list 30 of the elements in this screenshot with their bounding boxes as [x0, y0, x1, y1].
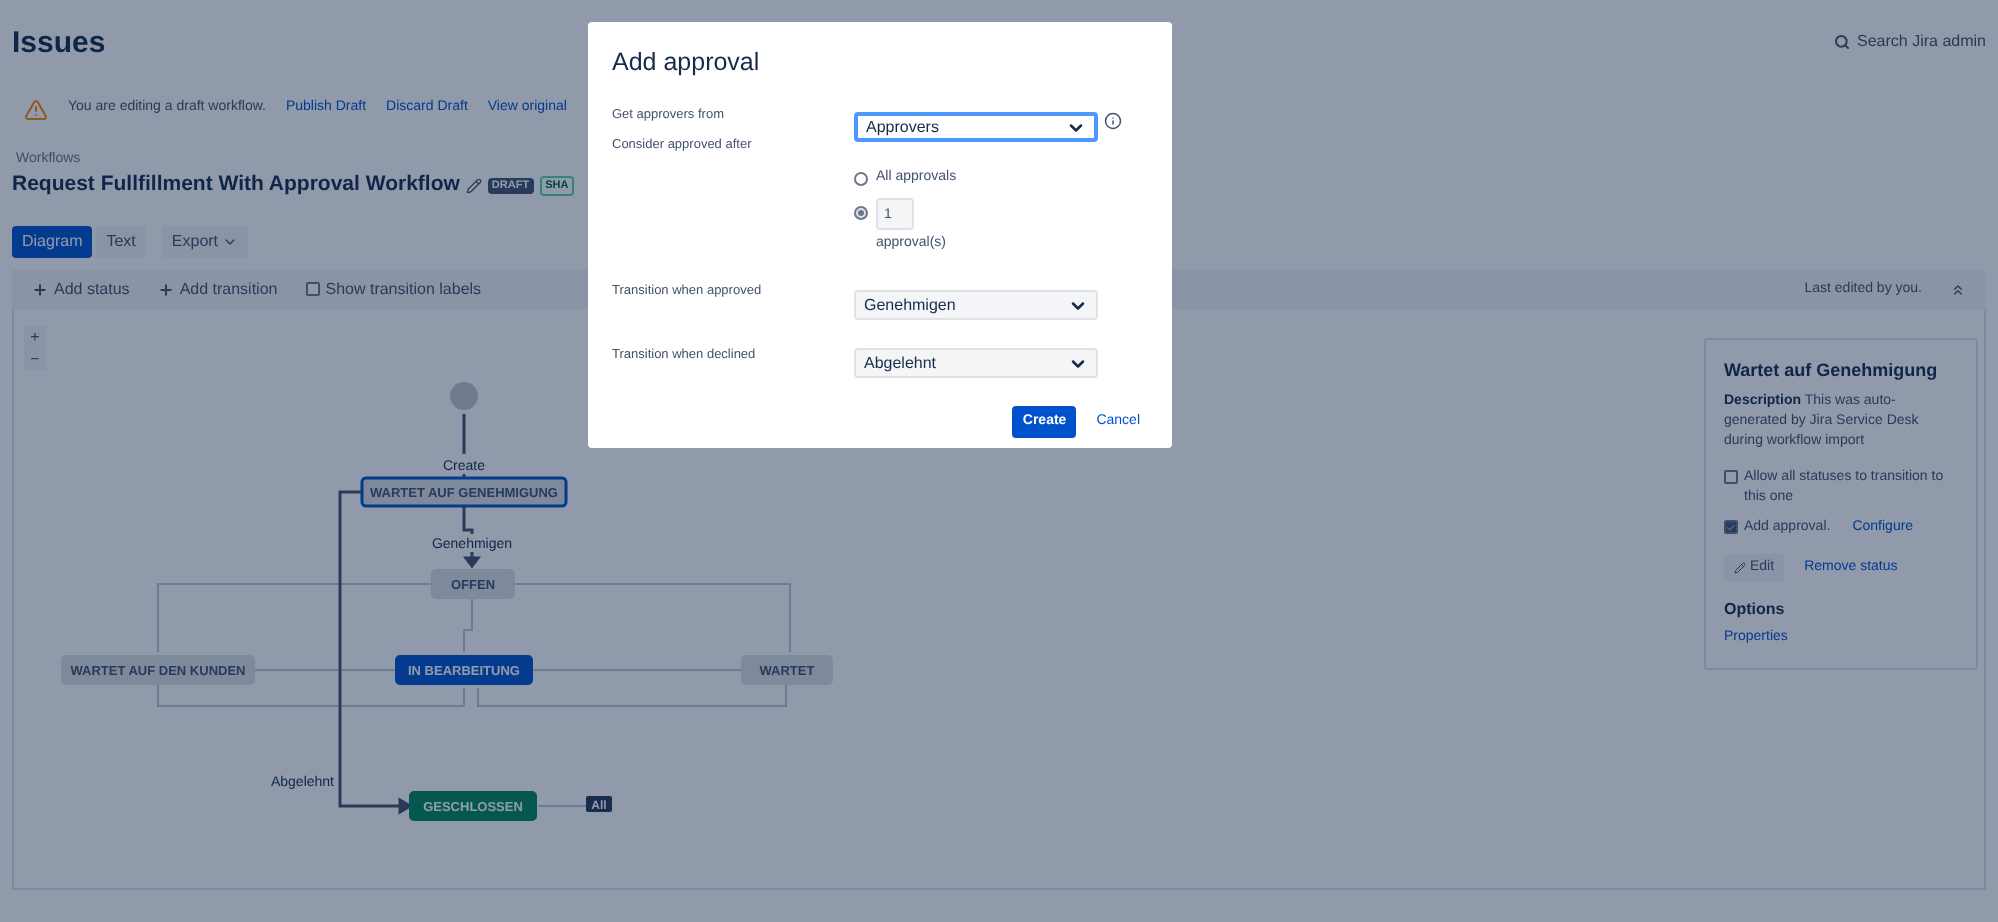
add-transition-button[interactable]: Add transition: [157, 277, 278, 302]
show-labels-checkbox[interactable]: Show transition labels: [305, 277, 482, 302]
zoom-button[interactable]: −: [24, 347, 46, 370]
radio-button[interactable]: [854, 171, 868, 186]
search-icon: [1833, 34, 1850, 50]
start-node: [450, 381, 478, 410]
zoom-button[interactable]: +: [24, 325, 46, 348]
pencil-icon: [1734, 562, 1746, 575]
option-checkbox[interactable]: [1724, 470, 1738, 485]
page-title: Issues: [12, 24, 106, 64]
approvers-select[interactable]: Approvers: [854, 112, 1098, 142]
info-icon[interactable]: [1104, 112, 1122, 130]
view-tab[interactable]: Diagram: [12, 225, 93, 258]
options-heading: Options: [1724, 598, 1787, 623]
export-button[interactable]: Export: [161, 225, 249, 258]
dialog-title: Add approval: [612, 46, 762, 78]
approved-transition-select[interactable]: Genehmigen: [854, 290, 1098, 320]
view-tab[interactable]: Text: [96, 225, 146, 258]
plus-icon: [157, 281, 174, 298]
collapse-icon[interactable]: [1950, 281, 1966, 298]
search-link[interactable]: Search Jira admin: [1833, 30, 1986, 54]
panel-title: Wartet auf Genehmigung: [1724, 357, 1940, 384]
edit-icon[interactable]: [465, 177, 482, 194]
declined-transition-select[interactable]: Abgelehnt: [854, 348, 1098, 378]
option-checkbox[interactable]: [1724, 520, 1738, 535]
add-status-button[interactable]: Add status: [32, 277, 130, 302]
warning-icon: [24, 97, 48, 121]
plus-icon: [32, 281, 48, 298]
workflow-title: Request Fullfillment With Approval Workflow: [12, 170, 460, 200]
radio-button[interactable]: [854, 206, 868, 220]
